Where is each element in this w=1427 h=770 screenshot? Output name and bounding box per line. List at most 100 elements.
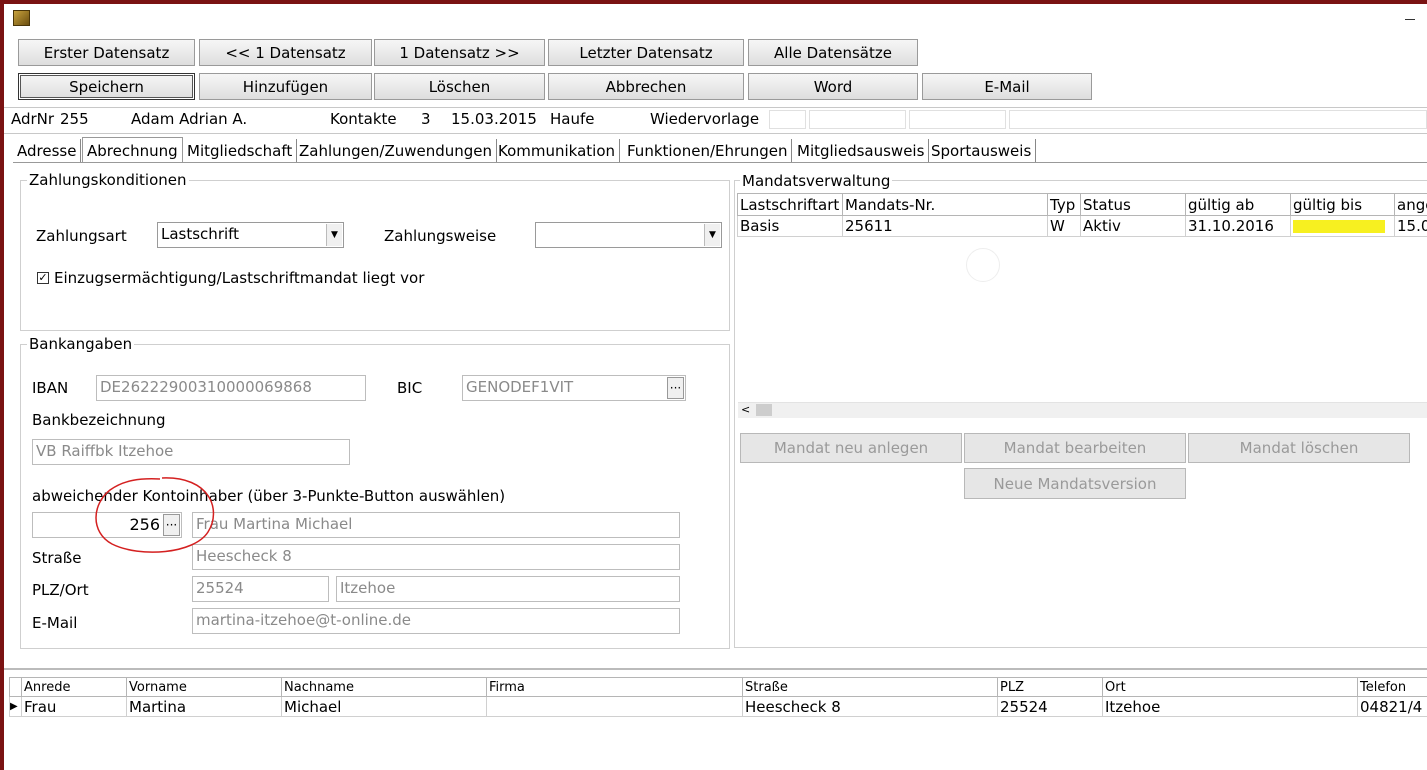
mandat-new-button[interactable]: Mandat neu anlegen [740, 433, 962, 463]
cancel-button[interactable]: Abbrechen [548, 73, 744, 100]
tab-sportausweis[interactable]: Sportausweis [927, 139, 1037, 162]
delete-button[interactable]: Löschen [374, 73, 545, 100]
col-typ[interactable]: Typ [1047, 193, 1081, 216]
zahlungsart-label: Zahlungsart [36, 227, 127, 245]
add-button[interactable]: Hinzufügen [199, 73, 372, 100]
info-date: 15.03.2015 [451, 110, 537, 128]
col-mandats-nr[interactable]: Mandats-Nr. [842, 193, 1048, 216]
contact-name: Adam Adrian A. [131, 110, 248, 128]
minimize-icon[interactable] [1405, 10, 1415, 20]
bankangaben-title: Bankangaben [27, 335, 135, 353]
col-status[interactable]: Status [1080, 193, 1186, 216]
adrnr-label: AdrNr [11, 110, 55, 128]
cell-angelegt[interactable]: 15.0 [1394, 215, 1427, 237]
strasse-field[interactable]: Heescheck 8 [192, 544, 680, 570]
cell-lastschriftart[interactable]: Basis [737, 215, 843, 237]
cell-telefon[interactable]: 04821/4 [1357, 696, 1427, 717]
window-frame-left [0, 0, 4, 770]
bankname-field[interactable]: VB Raiffbk Itzehoe [32, 439, 350, 465]
tab-abrechnung[interactable]: Abrechnung [82, 137, 183, 163]
window-frame-top [0, 0, 1427, 4]
zahlungskonditionen-title: Zahlungskonditionen [27, 171, 189, 189]
cell-plz[interactable]: 25524 [997, 696, 1103, 717]
cell-vorname[interactable]: Martina [126, 696, 282, 717]
mandat-table: Lastschriftart Mandats-Nr. Typ Status gü… [737, 193, 1427, 237]
col-lastschriftart[interactable]: Lastschriftart [737, 193, 843, 216]
row-pointer-icon: ▶ [9, 696, 22, 717]
mandat-edit-button[interactable]: Mandat bearbeiten [964, 433, 1186, 463]
mandatsverwaltung-title: Mandatsverwaltung [740, 172, 893, 190]
chevron-down-icon[interactable]: ▼ [704, 224, 720, 246]
table-row[interactable]: ▶ Frau Martina Michael Heescheck 8 25524… [9, 696, 1427, 717]
col-gueltig-ab[interactable]: gültig ab [1185, 193, 1291, 216]
iban-label: IBAN [32, 379, 69, 397]
email-button[interactable]: E-Mail [922, 73, 1092, 100]
cell-strasse[interactable]: Heescheck 8 [742, 696, 998, 717]
col-vorname[interactable]: Vorname [126, 677, 282, 697]
col-gueltig-bis[interactable]: gültig bis [1290, 193, 1395, 216]
holder-name-field[interactable]: Frau Martina Michael [192, 512, 680, 538]
cell-ort[interactable]: Itzehoe [1102, 696, 1358, 717]
cell-firma[interactable] [486, 696, 743, 717]
email-label: E-Mail [32, 614, 78, 632]
next-record-button[interactable]: 1 Datensatz >> [374, 39, 545, 66]
col-anrede[interactable]: Anrede [21, 677, 127, 697]
info-field-3 [909, 110, 1006, 129]
cell-nachname[interactable]: Michael [281, 696, 487, 717]
tab-kommunikation[interactable]: Kommunikation [494, 139, 621, 162]
cell-gueltig-bis[interactable] [1290, 215, 1395, 237]
cell-typ[interactable]: W [1047, 215, 1081, 237]
prev-record-button[interactable]: << 1 Datensatz [199, 39, 372, 66]
col-firma[interactable]: Firma [486, 677, 743, 697]
mandat-scrollbar[interactable]: < [738, 402, 1427, 418]
zahlungsart-select[interactable]: Lastschrift ▼ [157, 222, 344, 248]
col-nachname[interactable]: Nachname [281, 677, 487, 697]
info-field-1 [769, 110, 806, 129]
tab-adresse[interactable]: Adresse [13, 139, 82, 162]
scroll-left-icon[interactable]: < [741, 403, 750, 416]
all-records-button[interactable]: Alle Datensätze [748, 39, 918, 66]
col-plz[interactable]: PLZ [997, 677, 1103, 697]
kontakte-label: Kontakte [330, 110, 397, 128]
col-angelegt[interactable]: ange [1394, 193, 1427, 216]
word-button[interactable]: Word [748, 73, 918, 100]
mandat-version-button[interactable]: Neue Mandatsversion [964, 468, 1186, 499]
col-telefon[interactable]: Telefon [1357, 677, 1427, 697]
zahlungskonditionen-group [20, 180, 730, 331]
cell-gueltig-ab[interactable]: 31.10.2016 [1185, 215, 1291, 237]
last-record-button[interactable]: Letzter Datensatz [548, 39, 744, 66]
plzort-label: PLZ/Ort [32, 581, 89, 599]
bic-field[interactable]: GENODEF1VIT [462, 375, 686, 401]
annotation-circle [95, 477, 215, 553]
save-button[interactable]: Speichern [18, 73, 195, 100]
scroll-thumb[interactable] [756, 404, 772, 416]
table-row[interactable]: Basis 25611 W Aktiv 31.10.2016 15.0 [737, 215, 1427, 237]
bic-lookup-button[interactable]: ··· [667, 377, 684, 399]
holder-table: Anrede Vorname Nachname Firma Straße PLZ… [9, 677, 1427, 717]
splitter[interactable] [4, 668, 1427, 670]
tab-zahlungen[interactable]: Zahlungen/Zuwendungen [295, 139, 498, 162]
mandat-delete-button[interactable]: Mandat löschen [1188, 433, 1410, 463]
tab-funktionen[interactable]: Funktionen/Ehrungen [623, 139, 793, 162]
info-field-4 [1009, 110, 1427, 129]
row-selector-header [9, 677, 22, 697]
cell-status[interactable]: Aktiv [1080, 215, 1186, 237]
plz-field[interactable]: 25524 [192, 576, 329, 602]
cell-anrede[interactable]: Frau [21, 696, 127, 717]
col-strasse[interactable]: Straße [742, 677, 998, 697]
chevron-down-icon[interactable]: ▼ [326, 224, 342, 246]
tab-mitgliedsausweis[interactable]: Mitgliedsausweis [793, 139, 930, 162]
cell-mandats-nr[interactable]: 25611 [842, 215, 1048, 237]
col-ort[interactable]: Ort [1102, 677, 1358, 697]
mandate-checkbox-label: Einzugsermächtigung/Lastschriftmandat li… [54, 269, 425, 287]
bic-label: BIC [397, 379, 423, 397]
mandate-checkbox[interactable]: ✓ [37, 272, 49, 284]
iban-field[interactable]: DE26222900310000069868 [96, 375, 366, 401]
toolbar-divider [4, 107, 1427, 108]
bic-value: GENODEF1VIT [466, 378, 574, 396]
tab-mitgliedschaft[interactable]: Mitgliedschaft [183, 139, 298, 162]
zahlungsweise-select[interactable]: ▼ [535, 222, 722, 248]
ort-field[interactable]: Itzehoe [336, 576, 680, 602]
first-record-button[interactable]: Erster Datensatz [18, 39, 195, 66]
email-field[interactable]: martina-itzehoe@t-online.de [192, 608, 680, 634]
